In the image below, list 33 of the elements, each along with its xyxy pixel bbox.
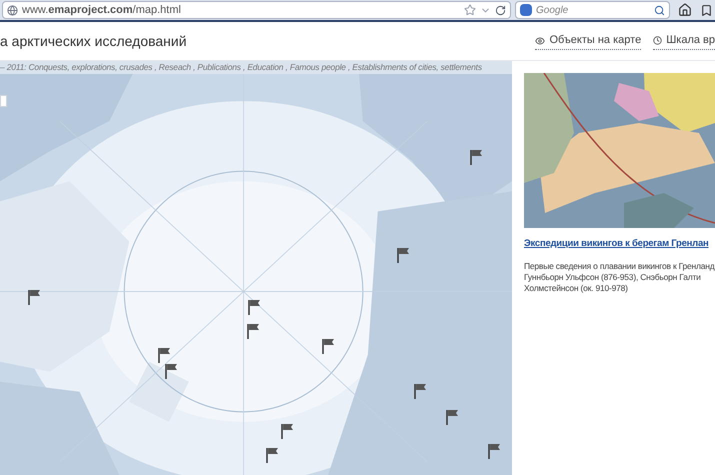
article-text: Холмстейнсон (ок. 910-978) [524, 283, 629, 294]
nav-link[interactable]: Объекты на карте [535, 32, 642, 50]
filter-text: – 2011: Conquests, explorations, crusades , Reseach , Publications , Education , Famous people , Establishments of cities, settlements [0, 61, 482, 74]
search-icon[interactable] [654, 4, 665, 16]
flag-marker-icon[interactable] [397, 247, 410, 263]
flag-marker-icon[interactable] [165, 363, 178, 379]
flag-marker-icon[interactable] [446, 409, 459, 425]
flag-marker-icon[interactable] [266, 447, 279, 463]
flag-marker-icon[interactable] [322, 338, 335, 354]
article-text: Первые сведения о плавании викингов к Гренланд [524, 261, 715, 272]
flag-marker-icon[interactable] [281, 423, 294, 439]
address-field[interactable]: www.emaproject.com/map.html [2, 1, 511, 19]
home-icon[interactable] [678, 3, 692, 17]
nav-link[interactable]: Шкала вр [653, 32, 715, 50]
article-text: Гуннбьорн Ульфсон (876-953), Снэбьорн Галти [524, 272, 702, 284]
search-input[interactable]: Google [536, 2, 650, 18]
globe-icon [7, 4, 18, 16]
flag-marker-icon[interactable] [470, 149, 483, 165]
flag-marker-icon[interactable] [247, 323, 260, 339]
star-icon[interactable] [464, 4, 476, 16]
article-link[interactable]: Экспедиции викингов к берегам Гренлан [524, 237, 715, 252]
reload-icon[interactable] [495, 4, 506, 16]
flag-marker-icon[interactable] [158, 347, 171, 363]
page-title: а арктических исследований [0, 32, 187, 51]
search-field[interactable]: Google [515, 1, 670, 19]
clock-icon [653, 36, 662, 45]
flag-marker-icon[interactable] [488, 443, 501, 459]
url-text: www.emaproject.com/map.html [22, 2, 182, 18]
flag-marker-icon[interactable] [414, 383, 427, 399]
bookmarks-icon[interactable] [700, 4, 713, 16]
flag-marker-icon[interactable] [248, 299, 261, 315]
eye-icon [535, 36, 546, 46]
flag-marker-icon[interactable] [28, 289, 41, 305]
